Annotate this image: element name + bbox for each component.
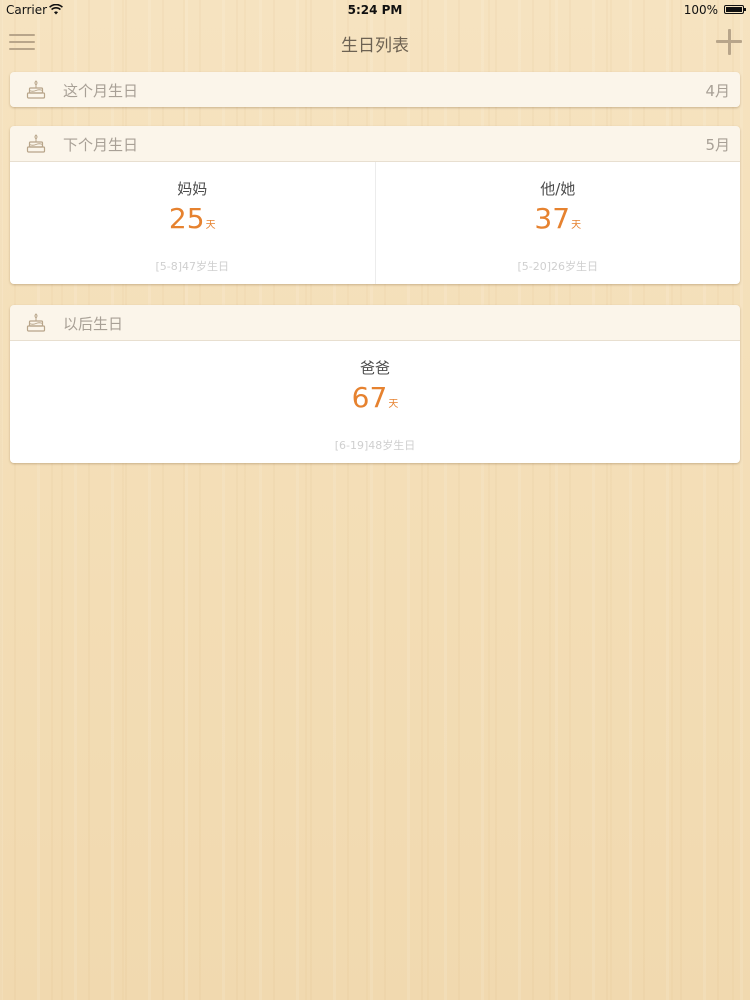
section-header[interactable]: 这个月生日 4月 bbox=[10, 72, 740, 107]
section-title: 这个月生日 bbox=[63, 82, 139, 100]
person-name: 爸爸 bbox=[359, 359, 390, 377]
section-body: 爸爸 67天 [6-19]48岁生日 bbox=[10, 341, 740, 463]
birthday-item-other[interactable]: 他/她 37天 [5-20]26岁生日 bbox=[374, 162, 741, 284]
days-remaining: 67天 bbox=[10, 381, 740, 414]
person-name: 他/她 bbox=[540, 180, 576, 198]
birthday-detail: [6-19]48岁生日 bbox=[334, 439, 416, 452]
section-this-month: 这个月生日 4月 bbox=[10, 72, 740, 107]
section-month: 4月 bbox=[705, 82, 730, 100]
cake-icon bbox=[26, 134, 46, 153]
status-bar: Carrier 5:24 PM 100% bbox=[0, 0, 750, 22]
person-name: 妈妈 bbox=[177, 180, 208, 198]
birthday-item-mom[interactable]: 妈妈 25天 [5-8]47岁生日 bbox=[10, 162, 375, 284]
section-title: 下个月生日 bbox=[63, 136, 139, 154]
birthday-detail: [5-8]47岁生日 bbox=[155, 260, 230, 273]
battery-percent: 100% bbox=[683, 3, 718, 17]
plus-icon[interactable] bbox=[716, 29, 742, 55]
days-count: 25 bbox=[168, 202, 205, 235]
nav-bar: 生日列表 bbox=[0, 22, 750, 64]
days-unit: 天 bbox=[205, 220, 216, 231]
section-body: 妈妈 25天 [5-8]47岁生日 他/她 37天 [5-20]26岁生日 bbox=[10, 162, 740, 284]
days-remaining: 37天 bbox=[376, 202, 741, 235]
cake-icon bbox=[26, 313, 46, 332]
section-next-month: 下个月生日 5月 妈妈 25天 [5-8]47岁生日 他/她 37天 [5-20… bbox=[10, 126, 740, 284]
birthday-item-dad[interactable]: 爸爸 67天 [6-19]48岁生日 bbox=[10, 341, 740, 463]
section-header[interactable]: 下个月生日 5月 bbox=[10, 126, 740, 162]
section-title: 以后生日 bbox=[63, 315, 124, 333]
days-count: 67 bbox=[351, 381, 388, 414]
days-remaining: 25天 bbox=[10, 202, 375, 235]
section-month: 5月 bbox=[705, 136, 730, 154]
days-unit: 天 bbox=[388, 399, 399, 410]
days-unit: 天 bbox=[571, 220, 582, 231]
days-count: 37 bbox=[534, 202, 571, 235]
cake-icon bbox=[26, 80, 46, 99]
section-header[interactable]: 以后生日 bbox=[10, 305, 740, 341]
battery-icon bbox=[724, 5, 746, 14]
birthday-detail: [5-20]26岁生日 bbox=[517, 260, 599, 273]
status-time: 5:24 PM bbox=[347, 3, 403, 17]
section-later: 以后生日 爸爸 67天 [6-19]48岁生日 bbox=[10, 305, 740, 463]
page-title: 生日列表 bbox=[341, 36, 409, 56]
